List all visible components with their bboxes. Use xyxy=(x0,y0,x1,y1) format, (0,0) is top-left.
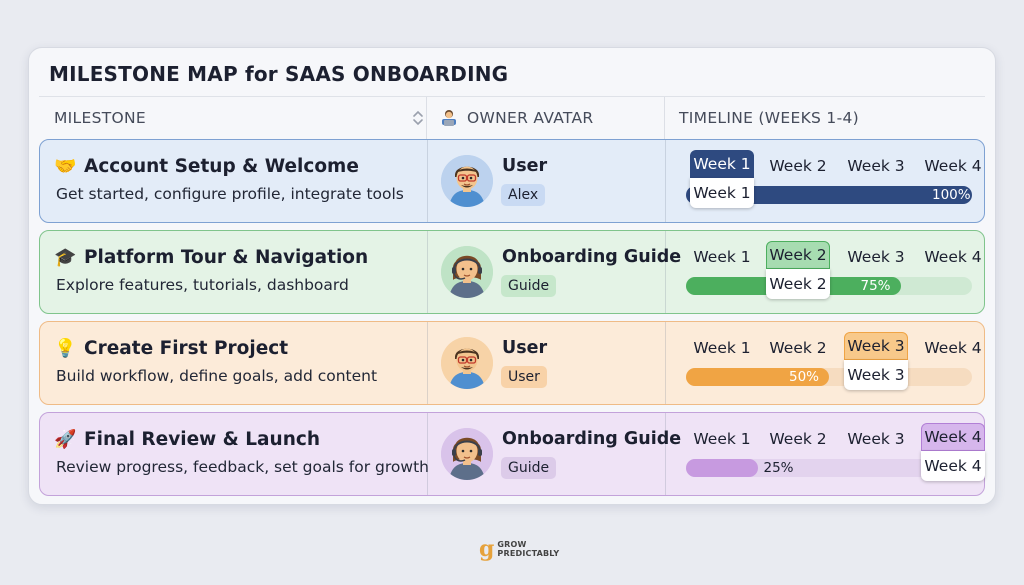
column-header-milestone-label: MILESTONE xyxy=(54,109,146,127)
milestone-description: Get started, configure profile, integrat… xyxy=(56,185,404,203)
week-label[interactable]: Week 4 xyxy=(923,339,983,357)
active-week-tab[interactable]: Week 2 xyxy=(766,241,830,269)
milestone-title: 💡 Create First Project xyxy=(54,338,288,359)
milestone-row[interactable]: 🤝 Account Setup & Welcome Get started, con… xyxy=(39,139,985,223)
owner-cell: Onboarding Guide Guide xyxy=(427,231,681,315)
owner-badge: Guide xyxy=(501,457,557,479)
week-label[interactable]: Week 2 xyxy=(768,157,828,175)
column-header-timeline-label: TIMELINE (WEEKS 1-4) xyxy=(679,109,859,127)
avatar[interactable] xyxy=(441,428,493,480)
active-week-marker[interactable]: Week 3 xyxy=(844,360,908,390)
milestone-row[interactable]: 💡 Create First Project Build workflow, def… xyxy=(39,321,985,405)
timeline-cell: 100% Week 2 Week 3 Week 4 Week 1 Week 1 xyxy=(677,140,982,224)
column-header-owner[interactable]: OWNER AVATAR xyxy=(439,97,669,139)
active-week-marker[interactable]: Week 1 xyxy=(690,178,754,208)
owner-cell: User Alex xyxy=(427,140,667,224)
week-label[interactable]: Week 1 xyxy=(692,248,752,266)
milestone-title-label: Platform Tour & Navigation xyxy=(84,247,369,268)
week-label[interactable]: Week 1 xyxy=(692,339,752,357)
sort-icon[interactable] xyxy=(412,110,424,126)
column-header-milestone[interactable]: MILESTONE xyxy=(54,97,423,139)
owner-badge: User xyxy=(501,366,547,388)
week-label[interactable]: Week 2 xyxy=(768,430,828,448)
milestone-title-label: Create First Project xyxy=(84,338,289,359)
timeline-cell: 25% Week 1 Week 2 Week 3 Week 4 Week 4 xyxy=(677,413,985,497)
week-label[interactable]: Week 1 xyxy=(692,430,752,448)
column-header-owner-label: OWNER AVATAR xyxy=(467,109,594,127)
page-title: MILESTONE MAP for SAAS ONBOARDING xyxy=(49,62,509,86)
week-label[interactable]: Week 4 xyxy=(923,157,983,175)
table-header: MILESTONE OWNER AVATAR TIMELINE (WEEKS 1… xyxy=(39,96,985,139)
week-label[interactable]: Week 4 xyxy=(923,248,983,266)
avatar[interactable] xyxy=(441,337,493,389)
progress-percent: 25% xyxy=(763,460,794,476)
active-week-marker[interactable]: Week 2 xyxy=(766,269,830,299)
milestone-title: 🚀 Final Review & Launch xyxy=(54,429,320,450)
owner-name: Onboarding Guide xyxy=(502,247,682,267)
milestone-emoji-icon: 🎓 xyxy=(54,247,77,268)
milestone-card: MILESTONE MAP for SAAS ONBOARDING MILEST… xyxy=(28,47,996,505)
column-divider xyxy=(426,97,427,139)
owner-cell: Onboarding Guide Guide xyxy=(427,413,681,497)
owner-cell: User User xyxy=(427,322,667,406)
milestone-description: Build workflow, define goals, add conten… xyxy=(56,367,378,385)
milestone-emoji-icon: 💡 xyxy=(54,338,77,359)
owner-name: User xyxy=(502,156,548,176)
owner-name: Onboarding Guide xyxy=(502,429,682,449)
milestone-title: 🎓 Platform Tour & Navigation xyxy=(54,247,368,268)
progress-percent: 75% xyxy=(860,278,891,294)
timeline-cell: 50% Week 1 Week 2 Week 4 Week 3 Week 3 xyxy=(677,322,982,406)
milestone-emoji-icon: 🤝 xyxy=(54,156,77,177)
active-week-tab[interactable]: Week 4 xyxy=(921,423,985,451)
milestone-title-label: Account Setup & Welcome xyxy=(84,156,359,177)
progress-fill xyxy=(686,459,758,477)
week-label[interactable]: Week 3 xyxy=(846,248,906,266)
column-header-timeline[interactable]: TIMELINE (WEEKS 1-4) xyxy=(679,97,979,139)
milestone-description: Review progress, feedback, set goals for… xyxy=(56,458,429,476)
owner-badge: Alex xyxy=(501,184,546,206)
milestone-row[interactable]: 🎓 Platform Tour & Navigation Explore featu… xyxy=(39,230,985,314)
logo-mark: g xyxy=(479,536,495,562)
person-laptop-icon xyxy=(442,110,456,126)
column-divider xyxy=(664,97,665,139)
milestone-description: Explore features, tutorials, dashboard xyxy=(56,276,349,294)
progress-track: 50% xyxy=(686,368,972,386)
milestone-emoji-icon: 🚀 xyxy=(54,429,77,450)
milestone-row[interactable]: 🚀 Final Review & Launch Review progress, f… xyxy=(39,412,985,496)
week-label[interactable]: Week 3 xyxy=(846,430,906,448)
progress-percent: 50% xyxy=(789,369,820,385)
brand-logo: g GROW PREDICTABLY xyxy=(479,538,559,560)
active-week-marker[interactable]: Week 4 xyxy=(921,451,985,481)
timeline-cell: 75% Week 1 Week 3 Week 4 Week 2 Week 2 xyxy=(677,231,982,315)
progress-percent: 100% xyxy=(932,187,971,203)
week-label[interactable]: Week 3 xyxy=(846,157,906,175)
logo-text: GROW PREDICTABLY xyxy=(497,540,560,558)
active-week-tab[interactable]: Week 3 xyxy=(844,332,908,360)
avatar[interactable] xyxy=(441,246,493,298)
milestone-title: 🤝 Account Setup & Welcome xyxy=(54,156,359,177)
owner-name: User xyxy=(502,338,548,358)
avatar[interactable] xyxy=(441,155,493,207)
milestone-title-label: Final Review & Launch xyxy=(84,429,321,450)
owner-badge: Guide xyxy=(501,275,557,297)
active-week-tab[interactable]: Week 1 xyxy=(690,150,754,178)
week-label[interactable]: Week 2 xyxy=(768,339,828,357)
